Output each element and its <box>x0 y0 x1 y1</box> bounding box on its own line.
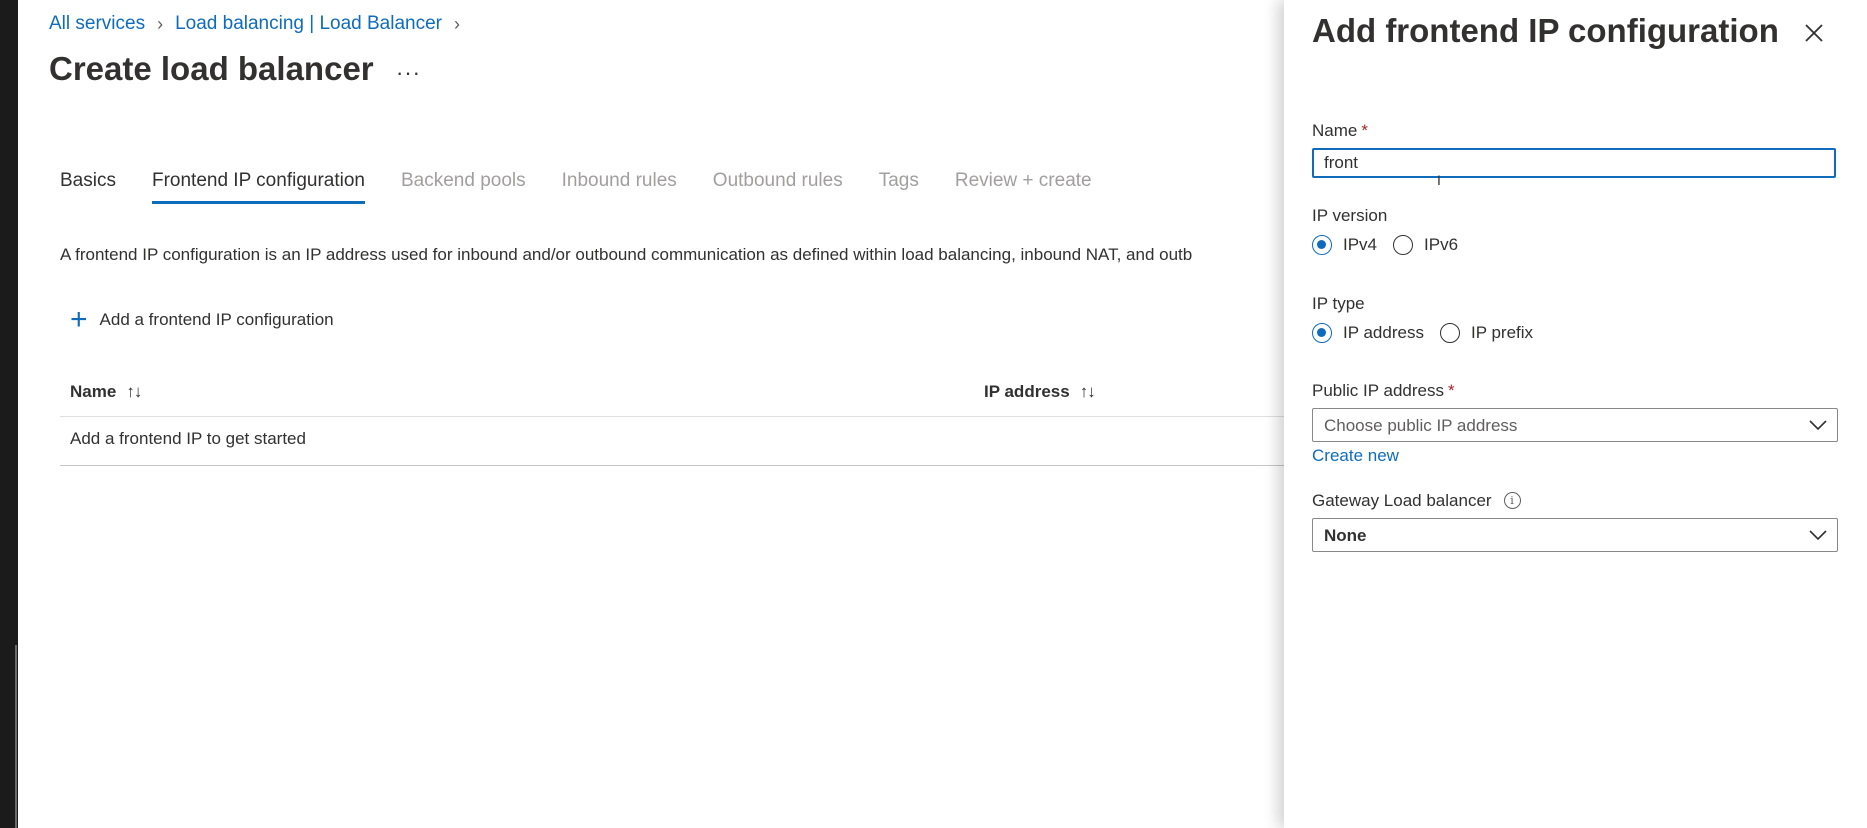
chevron-down-icon <box>1809 530 1827 541</box>
sort-icon[interactable]: ↑↓ <box>1080 382 1096 401</box>
column-header-ip-address[interactable]: IP address ↑↓ <box>984 382 1096 402</box>
required-marker: * <box>1361 121 1368 140</box>
gateway-value: None <box>1324 526 1367 545</box>
gateway-label-text: Gateway Load balancer <box>1312 491 1492 510</box>
close-icon[interactable] <box>1801 20 1827 46</box>
panel-title: Add frontend IP configuration <box>1312 12 1779 49</box>
plus-icon: + <box>70 303 88 336</box>
chevron-right-icon: › <box>157 13 164 34</box>
column-header-name[interactable]: Name ↑↓ <box>70 382 142 402</box>
ipv6-label[interactable]: IPv6 <box>1424 235 1458 255</box>
empty-grid-message: Add a frontend IP to get started <box>70 429 306 448</box>
public-ip-placeholder: Choose public IP address <box>1324 416 1518 435</box>
breadcrumb: All services › Load balancing | Load Bal… <box>49 13 472 35</box>
tab-inbound-rules[interactable]: Inbound rules <box>562 170 677 204</box>
ip-prefix-label[interactable]: IP prefix <box>1471 323 1533 343</box>
tab-outbound-rules[interactable]: Outbound rules <box>713 170 843 204</box>
empty-grid-row: Add a frontend IP to get started <box>60 417 1284 466</box>
column-ip-label: IP address <box>984 382 1070 401</box>
name-label-text: Name <box>1312 121 1358 140</box>
ip-type-radio-group: IP address IP prefix <box>1312 323 1549 343</box>
tab-backend-pools[interactable]: Backend pools <box>401 170 526 204</box>
ip-prefix-radio[interactable] <box>1439 323 1460 343</box>
tab-tags[interactable]: Tags <box>879 170 919 204</box>
ipv4-label[interactable]: IPv4 <box>1343 235 1377 255</box>
info-icon[interactable]: i <box>1503 492 1521 509</box>
public-ip-label-text: Public IP address <box>1312 381 1444 400</box>
name-input[interactable] <box>1312 148 1836 178</box>
left-edge-strip <box>0 0 18 828</box>
add-frontend-ip-panel: Add frontend IP configuration Name* I IP… <box>1284 0 1867 828</box>
chevron-down-icon <box>1809 420 1827 431</box>
gateway-label: Gateway Load balancer i <box>1312 491 1521 511</box>
ip-address-radio[interactable] <box>1312 323 1332 343</box>
ip-address-label[interactable]: IP address <box>1343 323 1424 343</box>
tab-strip: Basics Frontend IP configuration Backend… <box>60 170 1128 204</box>
tab-review-create[interactable]: Review + create <box>955 170 1092 204</box>
create-new-link[interactable]: Create new <box>1312 446 1399 466</box>
grid-header: Name ↑↓ IP address ↑↓ <box>60 370 1284 417</box>
column-name-label: Name <box>70 382 117 401</box>
ip-version-radio-group: IPv4 IPv6 <box>1312 235 1474 255</box>
breadcrumb-all-services[interactable]: All services <box>49 13 145 35</box>
name-field-label: Name * <box>1312 121 1368 141</box>
page-title: Create load balancer <box>49 50 374 87</box>
public-ip-label: Public IP address * <box>1312 381 1455 401</box>
ip-version-label: IP version <box>1312 206 1388 225</box>
scrollbar[interactable] <box>15 645 17 828</box>
sort-icon[interactable]: ↑↓ <box>126 382 142 401</box>
text-cursor-icon: I <box>1437 172 1441 188</box>
gateway-dropdown[interactable]: None <box>1312 518 1838 552</box>
add-frontend-ip-label: Add a frontend IP configuration <box>99 310 334 329</box>
add-frontend-ip-button[interactable]: + Add a frontend IP configuration <box>70 303 334 336</box>
required-marker: * <box>1447 381 1455 400</box>
tab-frontend-ip-configuration[interactable]: Frontend IP configuration <box>151 170 365 204</box>
main-content: All services › Load balancing | Load Bal… <box>18 0 1284 828</box>
description-text: A frontend IP configuration is an IP add… <box>60 245 1193 264</box>
ip-type-label: IP type <box>1312 294 1365 313</box>
more-options-icon[interactable]: ··· <box>396 60 421 86</box>
chevron-right-icon: › <box>454 13 460 34</box>
breadcrumb-load-balancing[interactable]: Load balancing | Load Balancer <box>175 13 442 35</box>
ipv4-radio[interactable] <box>1312 235 1332 255</box>
public-ip-dropdown[interactable]: Choose public IP address <box>1312 408 1838 442</box>
tab-basics[interactable]: Basics <box>60 170 116 204</box>
ipv6-radio[interactable] <box>1393 235 1414 255</box>
